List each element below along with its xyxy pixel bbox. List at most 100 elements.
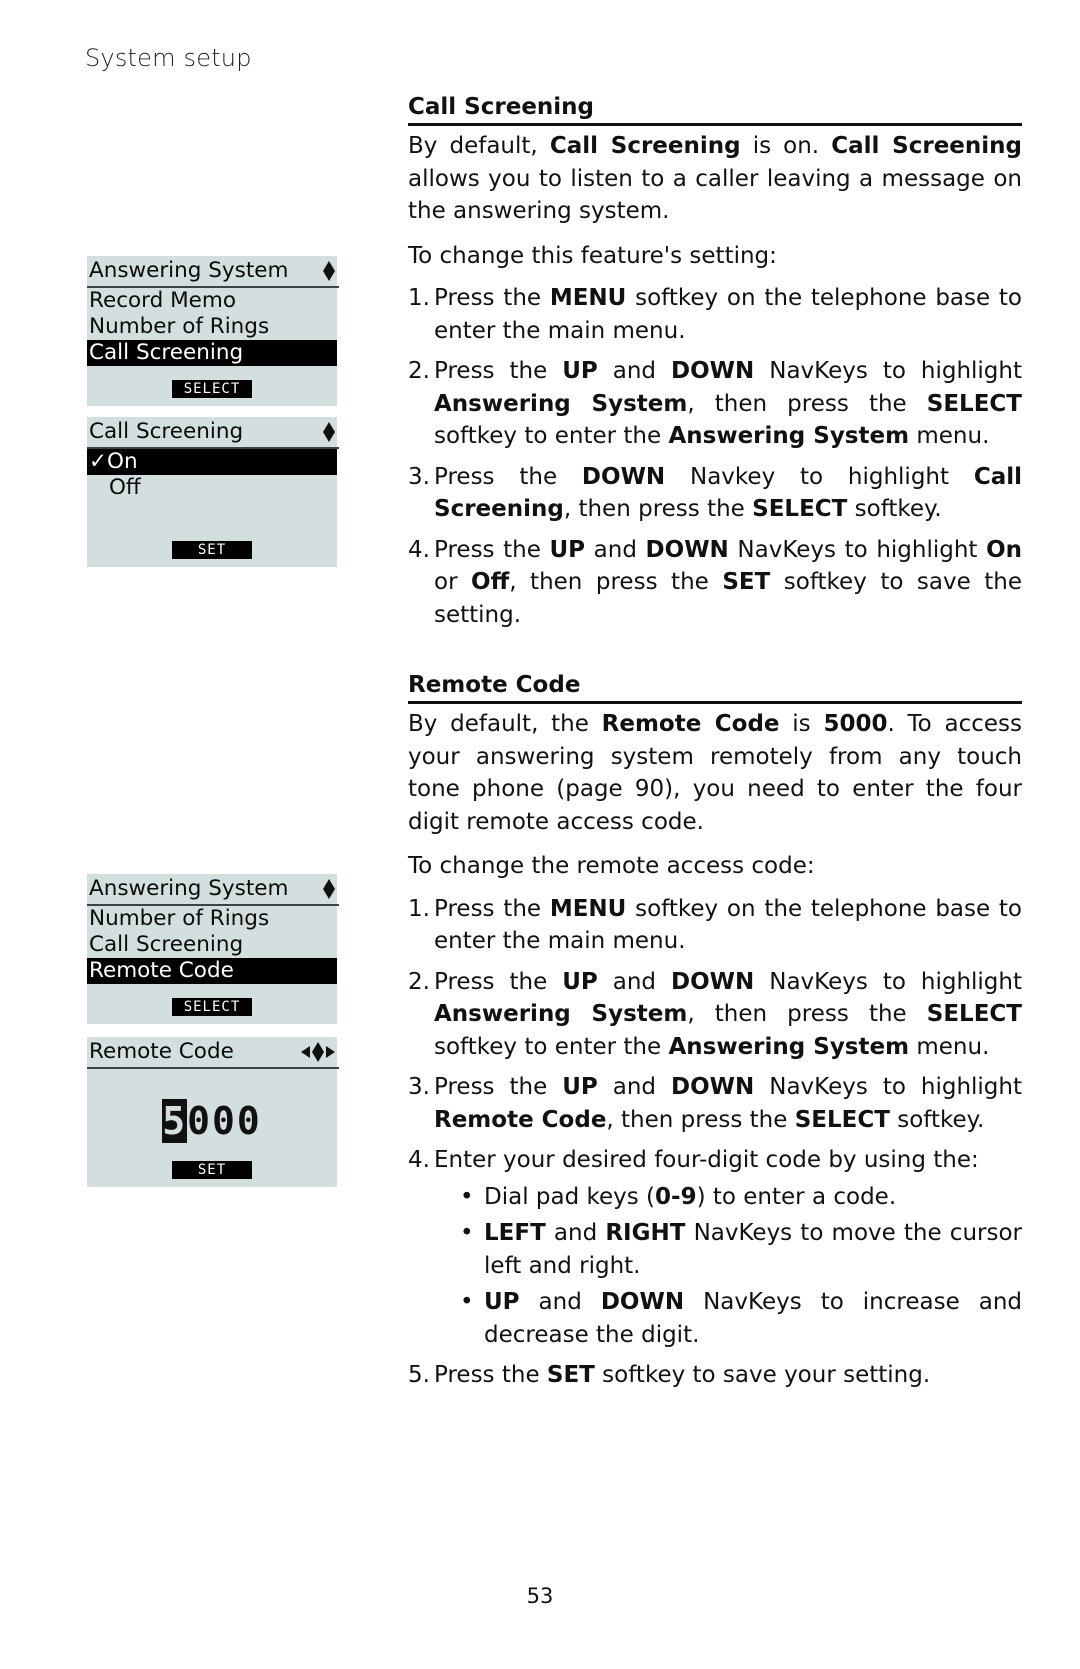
emphasis-text: MENU [549,895,627,922]
emphasis-text: Call Screening [549,133,741,159]
remote-code-section: Remote Code By default, the Remote Code … [408,669,1022,1400]
emphasis-text: UP [562,1074,598,1100]
bullet-item: • UP and DOWN NavKeys to increase and dec… [434,1286,1022,1351]
emphasis-text: UP [562,358,598,384]
set-softkey: SET [172,541,252,559]
emphasis-text: DOWN [600,1289,685,1315]
emphasis-text: Remote Code [601,711,780,737]
emphasis-text: DOWN [671,1074,755,1100]
emphasis-text: DOWN [581,463,666,490]
step-item: 3. Press the UP and DOWN NavKeys to highl… [408,1071,1022,1136]
code-remaining-digits: 000 [187,1099,262,1143]
up-down-arrows-icon [323,260,335,282]
code-cursor-digit: 5 [162,1099,188,1143]
step-item: 1. Press the MENU softkey on the telephon… [408,893,1022,958]
emphasis-text: SELECT [926,1001,1022,1027]
emphasis-text: SET [546,1362,595,1388]
step-item: 4. Press the UP and DOWN NavKeys to highl… [408,534,1022,632]
step-number: 2. [408,358,430,384]
step-item: 4. Enter your desired four-digit code by … [408,1144,1022,1351]
lead-paragraph: To change the remote access code: [408,853,815,879]
emphasis-text: Remote Code [434,1106,607,1133]
lcd-menu-item-selected: Call Screening [87,340,337,366]
lcd-title: Call Screening [89,419,244,444]
lcd-title: Answering System [89,258,289,283]
step-number: 4. [408,1147,430,1173]
emphasis-text: 0-9 [655,1183,697,1210]
emphasis-text: Answering System [668,423,910,449]
emphasis-text: Answering System [668,1033,910,1060]
emphasis-text: UP [562,968,598,995]
call-screening-section: Call Screening By default, Call Screenin… [408,91,1022,639]
lcd-title-row: Answering System [87,256,339,288]
select-softkey: SELECT [172,380,252,398]
steps-list: 1. Press the MENU softkey on the telephon… [408,282,1022,631]
emphasis-text: Answering System [434,390,688,417]
step-item: 2. Press the UP and DOWN NavKeys to highl… [408,966,1022,1064]
step-number: 3. [408,463,430,490]
emphasis-text: MENU [549,285,627,311]
bullet-icon: • [460,1289,474,1315]
lcd-title-row: Answering System [87,874,339,906]
section-heading: Call Screening [408,91,1022,126]
intro-paragraph: By default, Call Screening is on. Call S… [408,133,1023,224]
bullet-list: • Dial pad keys (0-9) to enter a code. • LE… [434,1181,1022,1352]
emphasis-text: 5000 [823,711,888,737]
step-number: 3. [408,1074,430,1100]
step-number: 1. [408,285,430,311]
lcd-screen-answering-system-menu: Answering System Record Memo Number of R… [87,256,339,406]
step-number: 5. [408,1362,430,1388]
left-arrow-icon [301,1046,310,1058]
emphasis-text: SELECT [926,390,1022,417]
bullet-item: • LEFT and RIGHT NavKeys to move the curs… [434,1217,1022,1282]
emphasis-text: SELECT [794,1106,890,1133]
page-section-header: System setup [85,44,252,72]
lcd-menu-item: Number of Rings [89,906,270,931]
step-item: 5. Press the SET softkey to save your set… [408,1359,1022,1392]
bullet-item: • Dial pad keys (0-9) to enter a code. [434,1181,1022,1214]
lead-paragraph: To change this feature's setting: [408,242,777,269]
lcd-option-on-selected: ✓On [87,449,337,475]
bullet-icon: • [460,1220,474,1246]
emphasis-text: Call Screening [831,133,1023,159]
up-down-arrows-icon [312,1041,324,1063]
lcd-title: Answering System [89,876,289,901]
step-item: 1. Press the MENU softkey on the telephon… [408,282,1022,347]
four-way-arrows-icon [301,1037,335,1067]
step-number: 4. [408,536,430,563]
lcd-menu-item: Call Screening [89,932,244,957]
emphasis-text: DOWN [645,536,729,563]
remote-code-display: 5000 [87,1099,337,1143]
select-softkey: SELECT [172,998,252,1016]
lcd-menu-item-selected: Remote Code [87,958,337,984]
up-down-arrows-icon [323,878,335,900]
emphasis-text: RIGHT [605,1220,686,1246]
emphasis-text: SELECT [752,496,848,522]
emphasis-text: UP [549,536,586,563]
lcd-menu-item: Record Memo [89,288,236,313]
lcd-title-row: Remote Code [87,1037,339,1069]
step-item: 2. Press the UP and DOWN NavKeys to highl… [408,355,1022,453]
bullet-icon: • [460,1183,474,1210]
step-item: 3. Press the DOWN Navkey to highlight Cal… [408,461,1022,526]
step-number: 1. [408,895,430,922]
lcd-option-off: Off [109,475,141,500]
intro-paragraph: By default, the Remote Code is 5000. To … [408,711,1022,835]
emphasis-text: DOWN [671,358,755,384]
emphasis-text: Answering System [434,1001,688,1027]
steps-list: 1. Press the MENU softkey on the telephon… [408,893,1022,1392]
emphasis-text: LEFT [484,1220,546,1246]
lcd-screen-call-screening: Call Screening ✓On Off SET [87,417,339,567]
step-number: 2. [408,968,430,995]
lcd-menu-item: Number of Rings [89,314,270,339]
lcd-screen-answering-system-menu-remote: Answering System Number of Rings Call Sc… [87,874,339,1024]
lcd-screen-remote-code: Remote Code 5000 SET [87,1037,339,1187]
emphasis-text: Off [471,569,510,595]
page-number: 53 [526,1584,554,1608]
up-down-arrows-icon [323,421,335,443]
lcd-title-row: Call Screening [87,417,339,449]
section-heading: Remote Code [408,669,1022,704]
right-arrow-icon [326,1046,335,1058]
lcd-title: Remote Code [89,1039,234,1064]
emphasis-text: UP [484,1289,520,1315]
